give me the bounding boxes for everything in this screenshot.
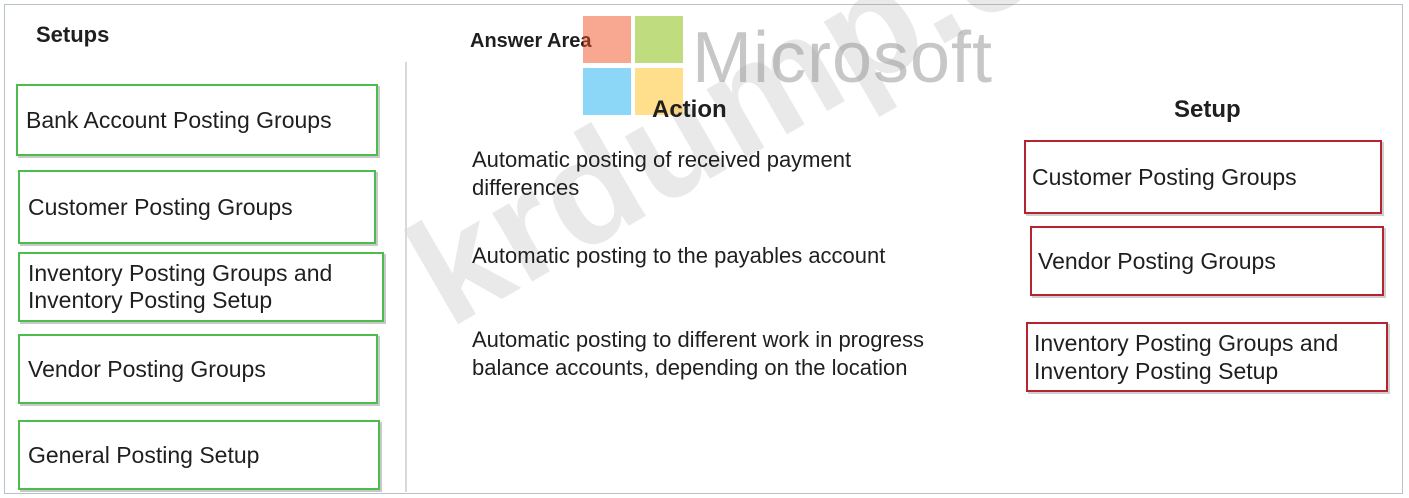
setup-option-general[interactable]: General Posting Setup (18, 420, 380, 490)
answer-slot-label: Vendor Posting Groups (1038, 248, 1276, 274)
microsoft-wordmark: Microsoft (692, 18, 994, 98)
action-text-2: Automatic posting to the payables accoun… (472, 243, 886, 268)
column-divider (405, 62, 407, 492)
setup-option-label: Bank Account Posting Groups (26, 106, 332, 133)
answer-slot-1[interactable]: Customer Posting Groups (1024, 140, 1382, 214)
answer-slot-3[interactable]: Inventory Posting Groups and Inventory P… (1026, 322, 1388, 392)
setup-option-label: Inventory Posting Groups and Inventory P… (28, 260, 333, 313)
setup-option-vendor[interactable]: Vendor Posting Groups (18, 334, 378, 404)
answer-slot-2[interactable]: Vendor Posting Groups (1030, 226, 1384, 296)
action-column-header: Action (652, 96, 727, 123)
action-text-3: Automatic posting to different work in p… (472, 327, 925, 380)
setup-option-label: Vendor Posting Groups (28, 355, 266, 382)
setup-option-label: General Posting Setup (28, 441, 260, 468)
setup-option-customer[interactable]: Customer Posting Groups (18, 170, 376, 244)
answer-slot-label: Inventory Posting Groups and Inventory P… (1034, 330, 1339, 384)
setups-heading: Setups (36, 22, 110, 47)
setup-option-inventory[interactable]: Inventory Posting Groups and Inventory P… (18, 252, 384, 322)
action-text-1: Automatic posting of received payment di… (472, 147, 852, 200)
setup-option-label: Customer Posting Groups (28, 193, 293, 220)
answer-slot-label: Customer Posting Groups (1032, 164, 1297, 190)
answer-area-heading: Answer Area (470, 30, 592, 52)
setup-option-bank-account[interactable]: Bank Account Posting Groups (16, 84, 378, 156)
setup-column-header: Setup (1174, 96, 1241, 123)
